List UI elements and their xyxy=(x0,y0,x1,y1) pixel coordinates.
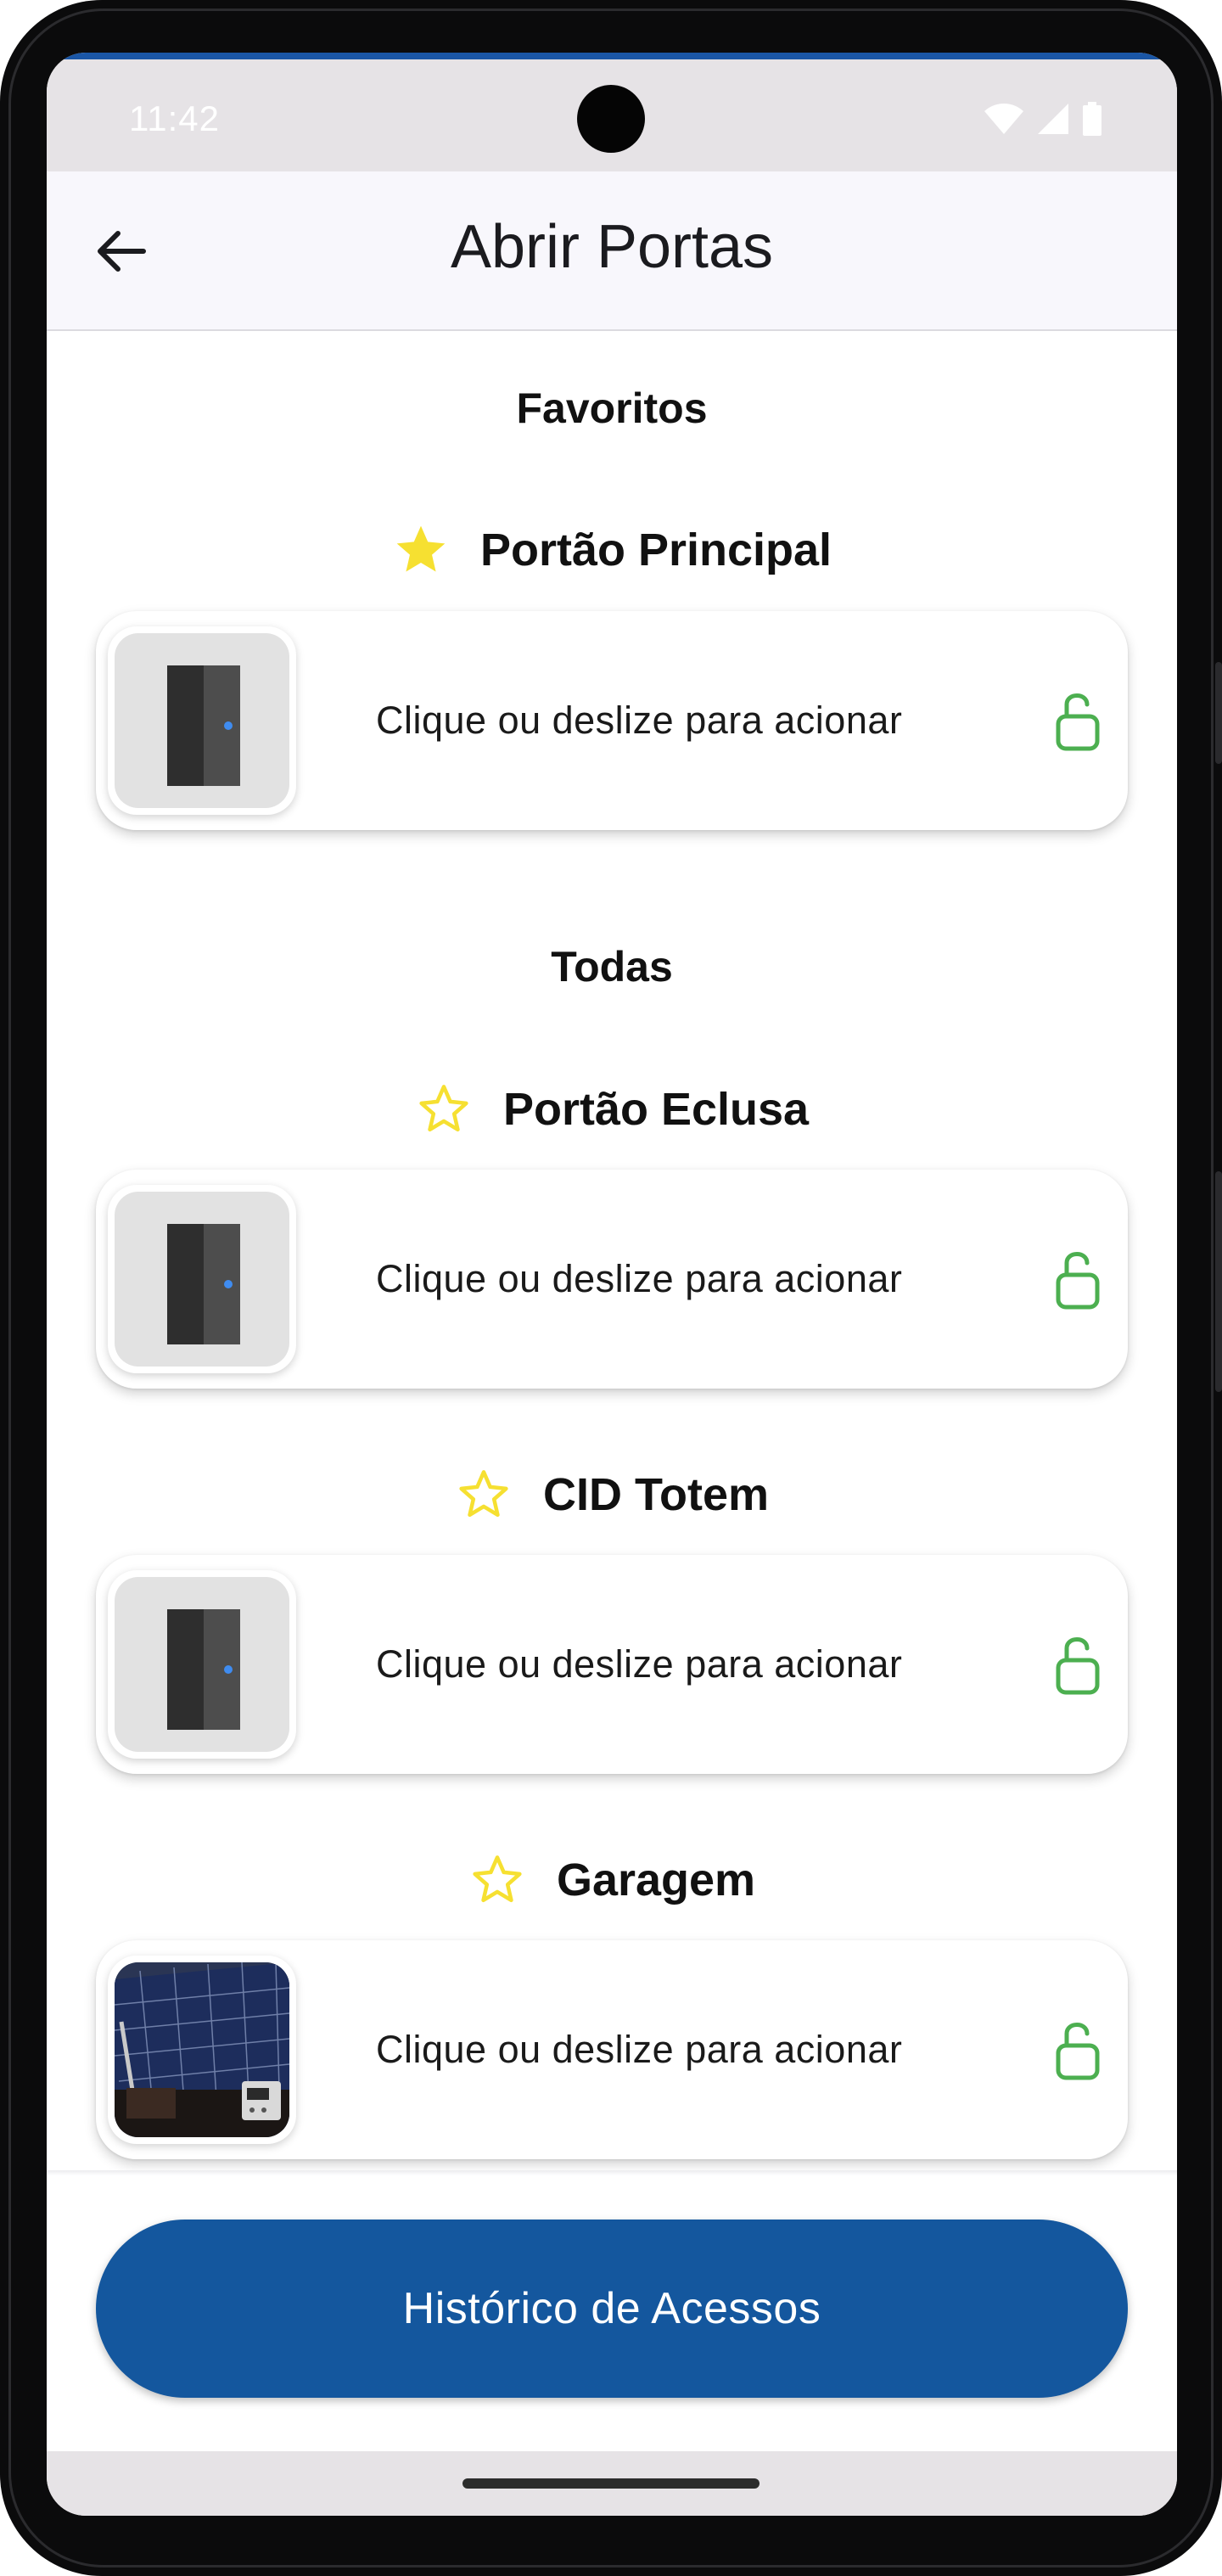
door-name: Garagem xyxy=(556,1855,756,1905)
status-icons xyxy=(984,102,1102,136)
star-outline-icon[interactable] xyxy=(455,1466,513,1524)
action-label: Clique ou deslize para acionar xyxy=(376,1257,903,1300)
door-action-card[interactable]: Clique ou deslize para acionar xyxy=(96,1555,1128,1774)
unlock-icon[interactable] xyxy=(1046,1631,1109,1698)
action-label: Clique ou deslize para acionar xyxy=(376,1642,903,1686)
door-action-card[interactable]: Clique ou deslize para acionar xyxy=(96,1170,1128,1389)
action-label: Clique ou deslize para acionar xyxy=(376,699,903,742)
door-title: Garagem xyxy=(47,1851,1177,1909)
star-outline-icon[interactable] xyxy=(468,1851,526,1909)
page-title: Abrir Portas xyxy=(450,213,774,281)
door-name: Portão Eclusa xyxy=(502,1084,810,1135)
cellular-signal-icon xyxy=(1038,104,1068,134)
action-label: Clique ou deslize para acionar xyxy=(376,2028,903,2071)
unlock-icon[interactable] xyxy=(1046,1246,1109,1312)
star-filled-icon[interactable] xyxy=(392,521,450,579)
door-thumbnail xyxy=(108,1185,296,1373)
door-icon xyxy=(167,1609,240,1730)
door-name: CID Totem xyxy=(543,1469,769,1520)
status-bar: 11:42 xyxy=(47,59,1177,171)
door-icon xyxy=(167,665,240,786)
power-button xyxy=(1215,1171,1222,1392)
access-history-button[interactable]: Histórico de Acessos xyxy=(96,2220,1128,2398)
door-thumbnail xyxy=(108,626,296,815)
door-thumbnail xyxy=(108,1956,296,2144)
door-thumbnail xyxy=(108,1570,296,1759)
status-time: 11:42 xyxy=(129,98,220,138)
door-title: CID Totem xyxy=(47,1466,1177,1524)
door-name: Portão Principal xyxy=(479,525,832,575)
star-outline-icon[interactable] xyxy=(415,1080,473,1138)
solar-panel-photo xyxy=(115,1962,289,2137)
home-gesture-handle[interactable] xyxy=(462,2478,760,2489)
system-nav-bar xyxy=(47,2451,1177,2516)
door-action-card[interactable]: Clique ou deslize para acionar xyxy=(96,1940,1128,2159)
screen: 11:42 Abrir Portas Favoritos Portão Prin… xyxy=(47,53,1177,2516)
door-icon xyxy=(167,1224,240,1344)
favorites-section-title: Favoritos xyxy=(516,384,708,432)
wifi-icon xyxy=(984,104,1023,134)
door-title: Portão Principal xyxy=(47,521,1177,579)
door-action-card[interactable]: Clique ou deslize para acionar xyxy=(96,611,1128,830)
volume-button xyxy=(1215,662,1222,764)
top-accent-bar xyxy=(47,53,1177,59)
list-clip-edge xyxy=(47,2170,1177,2175)
app-bar: Abrir Portas xyxy=(47,171,1177,331)
door-title: Portão Eclusa xyxy=(47,1080,1177,1138)
unlock-icon[interactable] xyxy=(1046,687,1109,754)
device-frame: 11:42 Abrir Portas Favoritos Portão Prin… xyxy=(0,0,1222,2576)
camera-cutout xyxy=(577,85,645,153)
battery-icon xyxy=(1083,102,1101,136)
unlock-icon[interactable] xyxy=(1046,2017,1109,2083)
all-section-title: Todas xyxy=(551,943,673,991)
